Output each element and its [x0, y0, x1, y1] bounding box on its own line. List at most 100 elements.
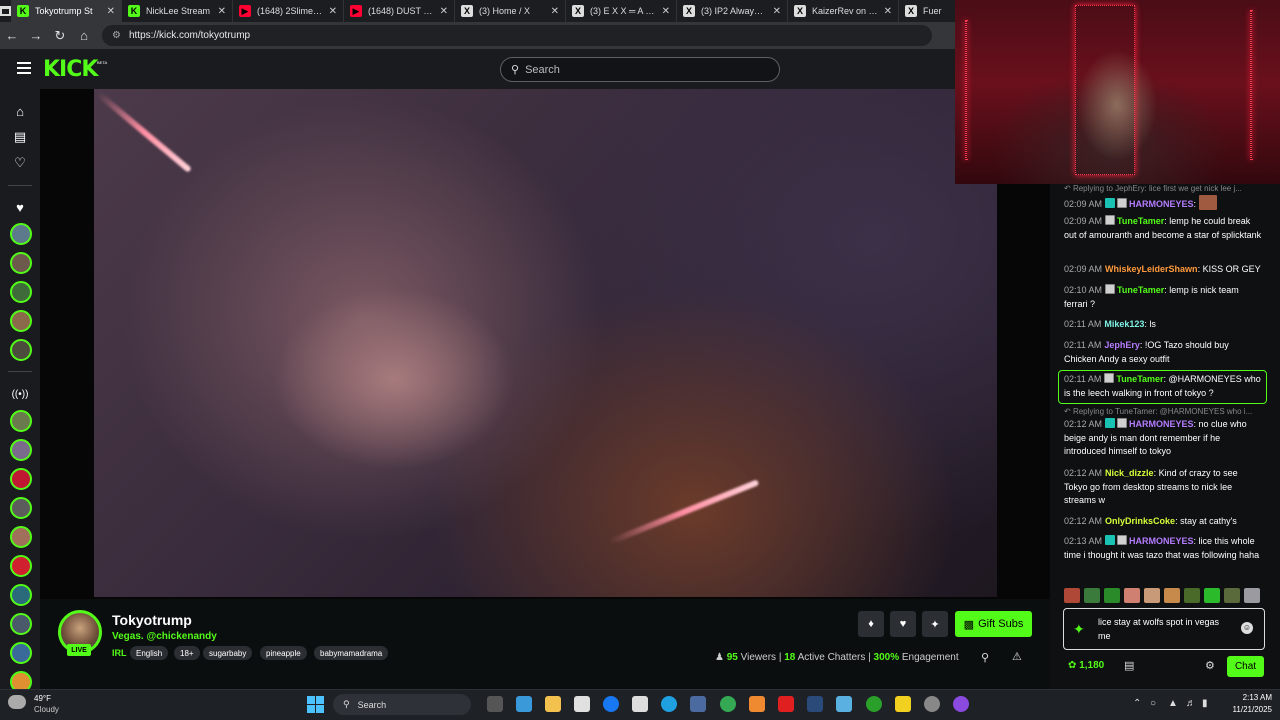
- stream-category[interactable]: IRL: [112, 648, 127, 658]
- followed-channel-avatar[interactable]: [10, 339, 32, 361]
- reload-icon[interactable]: ↻: [48, 28, 72, 44]
- gift-subs-button[interactable]: ▩ Gift Subs: [955, 611, 1032, 637]
- edge-icon[interactable]: [661, 696, 677, 712]
- streamer-name[interactable]: Tokyotrump: [112, 612, 192, 628]
- kick-logo[interactable]: KICK: [43, 57, 98, 82]
- browser-tab[interactable]: K NickLee Stream ✕: [122, 0, 233, 22]
- recommended-channel-avatar[interactable]: [10, 584, 32, 606]
- hamburger-menu-icon[interactable]: [17, 62, 31, 74]
- amazon-icon[interactable]: [632, 696, 648, 712]
- chat-send-button[interactable]: Chat: [1227, 656, 1264, 677]
- emote-icon[interactable]: [1064, 588, 1080, 603]
- back-icon[interactable]: ←: [0, 28, 24, 43]
- url-field[interactable]: ⚙ https://kick.com/tokyotrump: [102, 25, 932, 46]
- battery-icon[interactable]: ▮: [1202, 698, 1208, 709]
- gift-icon[interactable]: ▤: [1124, 659, 1134, 672]
- close-tab-icon[interactable]: ✕: [329, 6, 337, 17]
- sparkle-icon[interactable]: ✦: [1073, 621, 1085, 638]
- chat-username[interactable]: TuneTamer: [1117, 216, 1164, 226]
- chat-input-text[interactable]: lice stay at wolfs spot in vegas me: [1098, 616, 1228, 643]
- xbox-icon[interactable]: [866, 696, 882, 712]
- chat-username[interactable]: HARMONEYES: [1129, 199, 1194, 209]
- clock-date[interactable]: 11/21/2025: [1212, 705, 1272, 714]
- emote-icon[interactable]: [1164, 588, 1180, 603]
- emote-icon[interactable]: [1084, 588, 1100, 603]
- emote-icon[interactable]: [1204, 588, 1220, 603]
- recommended-channel-avatar[interactable]: [10, 439, 32, 461]
- close-tab-icon[interactable]: ✕: [884, 6, 892, 17]
- emote-icon[interactable]: [1104, 588, 1120, 603]
- app-icon[interactable]: [953, 696, 969, 712]
- close-tab-icon[interactable]: ✕: [107, 6, 115, 17]
- following-icon[interactable]: ♡: [10, 153, 30, 173]
- channel-points[interactable]: ✿ 1,180: [1068, 660, 1104, 671]
- followed-channel-avatar[interactable]: [10, 281, 32, 303]
- chat-username[interactable]: HARMONEYES: [1129, 536, 1194, 546]
- emote-icon[interactable]: [1224, 588, 1240, 603]
- copilot-icon[interactable]: [516, 696, 532, 712]
- file-explorer-icon[interactable]: [545, 696, 561, 712]
- stream-tag[interactable]: pineapple: [260, 646, 307, 660]
- follow-heart-icon[interactable]: ♥: [890, 611, 916, 637]
- chat-username[interactable]: Mikek123: [1104, 319, 1144, 329]
- taskbar-search[interactable]: ⚲ Search: [333, 694, 471, 715]
- wifi-icon[interactable]: ▲: [1168, 698, 1178, 709]
- chat-username[interactable]: HARMONEYES: [1129, 419, 1194, 429]
- search-input[interactable]: ⚲ Search: [500, 57, 780, 82]
- calculator-icon[interactable]: [690, 696, 706, 712]
- browser-tab[interactable]: ▶ (1648) DUST - YouT ✕: [344, 0, 455, 22]
- emote-icon[interactable]: [1184, 588, 1200, 603]
- windows-start-icon[interactable]: [307, 696, 324, 713]
- browser-tab[interactable]: X (3) Home / X ✕: [455, 0, 566, 22]
- followed-channel-avatar[interactable]: [10, 223, 32, 245]
- clip-icon[interactable]: ✦: [922, 611, 948, 637]
- store-icon[interactable]: [574, 696, 590, 712]
- app-icon[interactable]: [749, 696, 765, 712]
- weather-temperature[interactable]: 49°F: [34, 694, 51, 703]
- facebook-icon[interactable]: [603, 696, 619, 712]
- browse-icon[interactable]: ▤: [10, 127, 30, 147]
- cloud-icon[interactable]: [8, 695, 26, 709]
- chat-username[interactable]: JephEry: [1104, 340, 1140, 350]
- followed-channel-avatar[interactable]: [10, 252, 32, 274]
- task-view-icon[interactable]: [487, 696, 503, 712]
- steam-icon[interactable]: [807, 696, 823, 712]
- recommended-channel-avatar[interactable]: [10, 468, 32, 490]
- browser-tab[interactable]: K Tokyotrump St ✕: [11, 0, 122, 22]
- video-frame[interactable]: [94, 89, 997, 597]
- emoji-icon[interactable]: ☺: [1241, 622, 1253, 634]
- recommended-channel-avatar[interactable]: [10, 642, 32, 664]
- home-icon[interactable]: ⌂: [72, 28, 96, 43]
- tray-overflow-icon[interactable]: ⌃: [1133, 698, 1141, 709]
- app-icon[interactable]: [836, 696, 852, 712]
- emote-icon[interactable]: [1144, 588, 1160, 603]
- browser-tab[interactable]: ▶ (1648) 2Slimey- Ver ✕: [233, 0, 344, 22]
- followed-channel-avatar[interactable]: [10, 310, 32, 332]
- clock-time[interactable]: 2:13 AM: [1222, 693, 1272, 702]
- recommended-channel-avatar[interactable]: [10, 497, 32, 519]
- app-tray-icon[interactable]: ○: [1150, 698, 1156, 709]
- forward-icon[interactable]: →: [24, 28, 48, 43]
- recommended-channel-avatar[interactable]: [10, 613, 32, 635]
- emote-icon[interactable]: [1244, 588, 1260, 603]
- chat-username[interactable]: TuneTamer: [1117, 285, 1164, 295]
- browser-tab[interactable]: X (3) E X X ═ A L E R T ✕: [566, 0, 677, 22]
- emote-icon[interactable]: [1124, 588, 1140, 603]
- chat-username[interactable]: WhiskeyLeiderShawn: [1105, 264, 1198, 274]
- stream-tag[interactable]: English: [130, 646, 169, 660]
- browser-tab[interactable]: X KaizerRev on X: "Ch ✕: [788, 0, 899, 22]
- recommended-channel-avatar[interactable]: [10, 555, 32, 577]
- window-menu-icon[interactable]: [0, 0, 11, 22]
- close-tab-icon[interactable]: ✕: [218, 6, 226, 17]
- close-tab-icon[interactable]: ✕: [662, 6, 670, 17]
- chat-username[interactable]: TuneTamer: [1116, 374, 1163, 384]
- close-tab-icon[interactable]: ✕: [551, 6, 559, 17]
- chat-username[interactable]: Nick_dizzle: [1105, 468, 1154, 478]
- stream-tag[interactable]: babymamadrama: [314, 646, 389, 660]
- report-icon[interactable]: ⚠: [1012, 650, 1022, 663]
- sticky-notes-icon[interactable]: [895, 696, 911, 712]
- stream-tag[interactable]: 18+: [174, 646, 200, 660]
- browser-tab[interactable]: X (3) IP2 Always Winn ✕: [677, 0, 788, 22]
- recommended-channel-avatar[interactable]: [10, 410, 32, 432]
- chrome-icon[interactable]: [720, 696, 736, 712]
